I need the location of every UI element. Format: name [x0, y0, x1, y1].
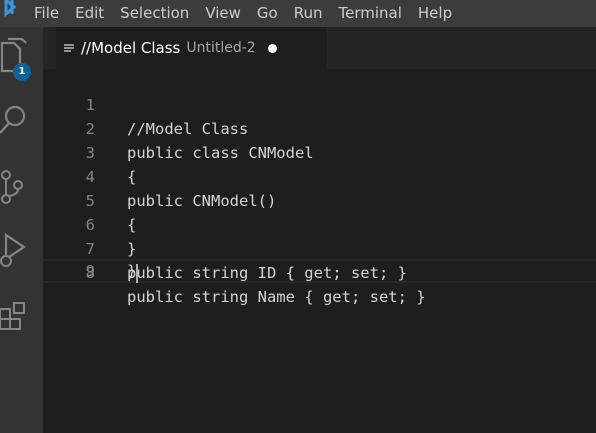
tab-description: Untitled-2: [186, 40, 256, 56]
menu-run[interactable]: Run: [286, 0, 331, 27]
menu-go[interactable]: Go: [249, 0, 286, 27]
run-debug-icon[interactable]: [0, 229, 43, 273]
tab-untitled-2[interactable]: //Model Class Untitled-2: [56, 27, 327, 69]
code-line[interactable]: 6 }: [43, 189, 596, 258]
vscode-logo-icon: [0, 0, 26, 27]
text-lines-icon: [64, 39, 74, 58]
activity-bar: 1: [0, 27, 43, 433]
tab-bar: //Model Class Untitled-2: [43, 27, 596, 69]
explorer-badge: 1: [13, 63, 31, 81]
tab-title: //Model Class: [81, 39, 181, 57]
extensions-icon[interactable]: [0, 295, 43, 339]
menu-bar: File Edit Selection View Go Run Terminal…: [0, 0, 596, 27]
line-number: 9: [85, 262, 95, 280]
code-line[interactable]: 2 public class CNModel: [43, 93, 596, 162]
code-line[interactable]: 3 {: [43, 117, 596, 186]
code-line[interactable]: 8 public string Name { get; set; }: [43, 237, 596, 306]
text-cursor: [136, 264, 138, 283]
code-editor[interactable]: 1 //Model Class 2 public class CNModel 3…: [43, 69, 596, 433]
menu-file[interactable]: File: [26, 0, 67, 27]
menu-help[interactable]: Help: [410, 0, 460, 27]
unsaved-dot-icon[interactable]: [267, 43, 277, 53]
code-line[interactable]: 1 //Model Class: [43, 69, 596, 138]
menu-edit[interactable]: Edit: [67, 0, 112, 27]
code-text[interactable]: public string Name { get; set; }: [127, 285, 426, 309]
source-control-icon[interactable]: [0, 165, 43, 209]
code-line[interactable]: 7 public string ID { get; set; }: [43, 213, 596, 282]
code-text[interactable]: }: [127, 259, 136, 283]
menu-terminal[interactable]: Terminal: [331, 0, 410, 27]
current-code-line[interactable]: 9 }: [43, 259, 596, 283]
files-icon[interactable]: 1: [0, 33, 43, 81]
menu-selection[interactable]: Selection: [112, 0, 197, 27]
code-line[interactable]: 5 {: [43, 165, 596, 234]
menu-view[interactable]: View: [197, 0, 249, 27]
search-icon[interactable]: [0, 99, 43, 143]
code-line[interactable]: 4 public CNModel(): [43, 141, 596, 210]
